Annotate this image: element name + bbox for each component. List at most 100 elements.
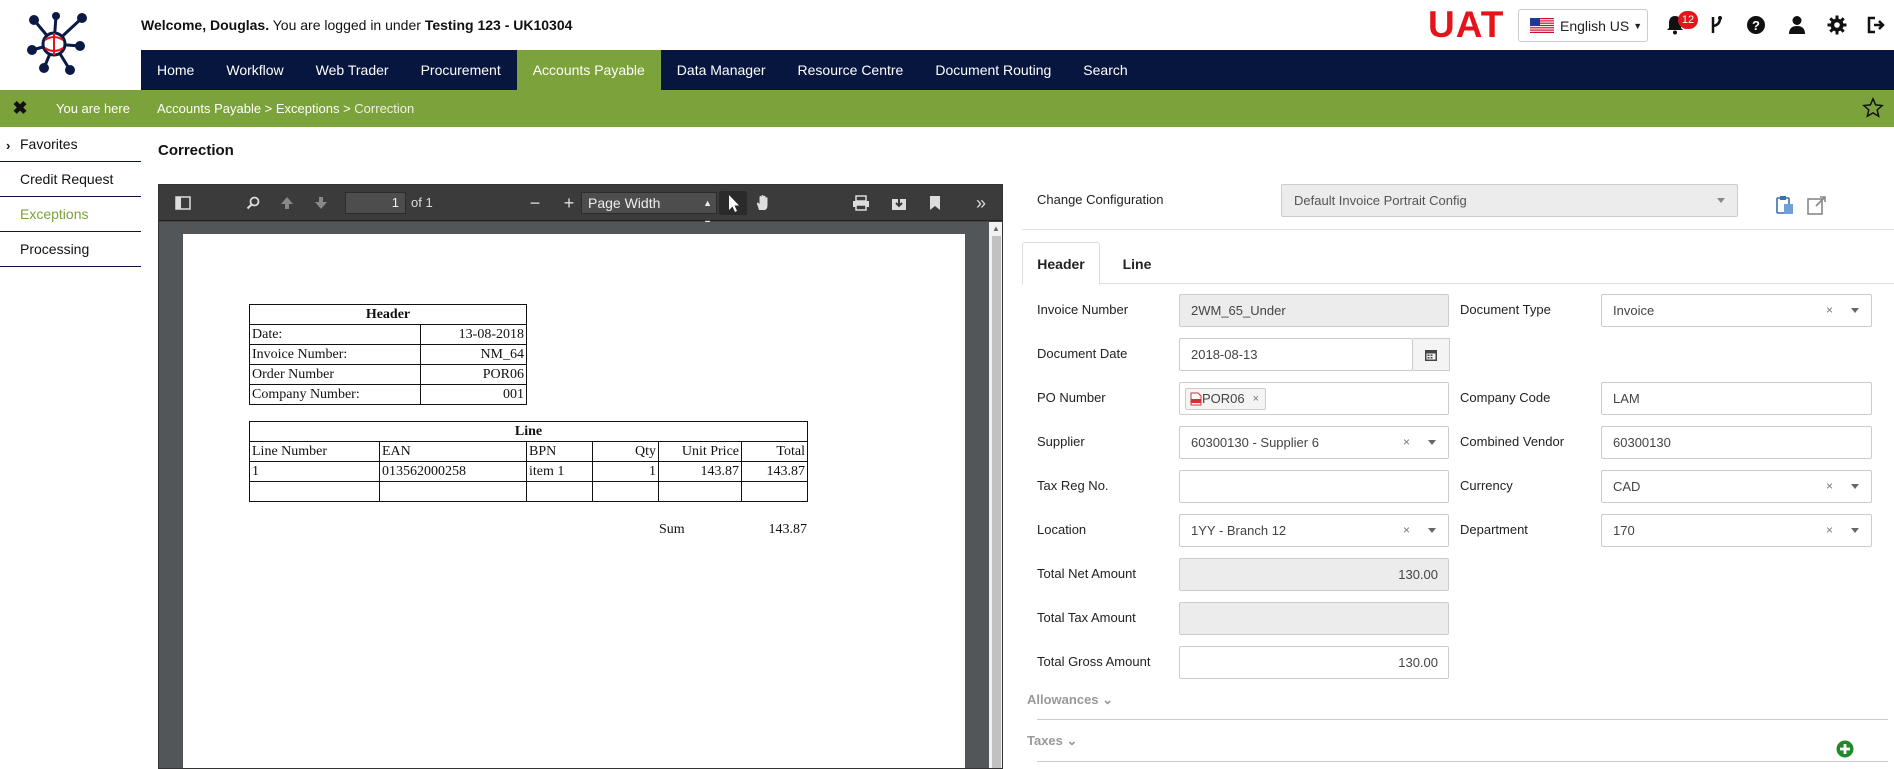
department-value: 170: [1613, 523, 1635, 538]
scrollbar-thumb[interactable]: [992, 236, 1001, 768]
company-logo[interactable]: [24, 10, 102, 76]
bookmark-icon[interactable]: [925, 193, 945, 213]
sidebar: › Favorites Credit Request Exceptions Pr…: [0, 127, 141, 267]
scroll-up-icon[interactable]: ▲: [992, 224, 1000, 233]
nav-home[interactable]: Home: [141, 50, 210, 90]
table-cell: POR06: [419, 364, 528, 385]
doc-header-table: Header Date: 13-08-2018 Invoice Number: NM…: [249, 304, 528, 405]
tax-reg-label: Tax Reg No.: [1037, 478, 1109, 493]
supplier-select[interactable]: 60300130 - Supplier 6 ×: [1179, 426, 1449, 459]
hand-tool-icon[interactable]: [753, 193, 773, 213]
nav-search[interactable]: Search: [1067, 50, 1143, 90]
nav-web-trader[interactable]: Web Trader: [300, 50, 405, 90]
currency-label: Currency: [1460, 478, 1513, 493]
supplier-label: Supplier: [1037, 434, 1085, 449]
table-row: Order Number POR06: [249, 364, 528, 385]
nav-document-routing[interactable]: Document Routing: [919, 50, 1067, 90]
tax-reg-input[interactable]: [1179, 470, 1449, 503]
tab-header[interactable]: Header: [1022, 242, 1100, 285]
pdf-document-area[interactable]: Header Date: 13-08-2018 Invoice Number: NM…: [159, 222, 1002, 768]
po-number-value: POR06: [1202, 391, 1245, 406]
select-tool-button[interactable]: [719, 191, 747, 215]
calendar-button[interactable]: [1413, 338, 1450, 371]
divider: [1022, 229, 1894, 230]
page-number-input[interactable]: 1: [345, 192, 406, 214]
paste-clipboard-icon[interactable]: [1774, 194, 1796, 216]
tools-menu-icon[interactable]: »: [971, 193, 991, 213]
sidebar-item-label: Processing: [20, 241, 90, 257]
gear-icon[interactable]: [1824, 12, 1850, 38]
top-header: Welcome, Douglas. You are logged in unde…: [0, 0, 1894, 75]
nav-accounts-payable[interactable]: Accounts Payable: [516, 50, 661, 90]
po-number-input[interactable]: POR06 ×: [1179, 382, 1449, 415]
calendar-icon: [1425, 349, 1437, 361]
clear-icon[interactable]: ×: [1826, 479, 1833, 493]
combined-vendor-value: 60300130: [1613, 435, 1671, 450]
sidebar-item-exceptions[interactable]: Exceptions: [0, 197, 141, 232]
breadcrumb-bar: ✖ You are here Accounts Payable > Except…: [0, 90, 1894, 127]
zoom-out-icon[interactable]: −: [525, 193, 545, 213]
allowances-section-toggle[interactable]: Allowances ⌄: [1027, 692, 1113, 708]
clear-icon[interactable]: ×: [1826, 523, 1833, 537]
column-header: EAN: [379, 441, 527, 462]
nav-data-manager[interactable]: Data Manager: [661, 50, 782, 90]
location-select[interactable]: 1YY - Branch 12 ×: [1179, 514, 1449, 547]
nav-resource-centre[interactable]: Resource Centre: [782, 50, 920, 90]
invoice-number-label: Invoice Number: [1037, 302, 1129, 317]
breadcrumb-path[interactable]: Accounts Payable > Exceptions >: [157, 101, 354, 116]
clear-icon[interactable]: ×: [1403, 523, 1410, 537]
currency-select[interactable]: CAD ×: [1601, 470, 1872, 503]
download-icon[interactable]: [889, 193, 909, 213]
change-config-select[interactable]: Default Invoice Portrait Config: [1281, 184, 1738, 217]
document-type-select[interactable]: Invoice ×: [1601, 294, 1872, 327]
branch-icon[interactable]: [1703, 12, 1729, 38]
table-row: Invoice Number: NM_64: [249, 344, 528, 365]
arrow-down-icon[interactable]: [311, 193, 331, 213]
zoom-in-icon[interactable]: +: [559, 193, 579, 213]
document-date-value: 2018-08-13: [1191, 347, 1258, 362]
sidebar-item-favorites[interactable]: › Favorites: [0, 127, 141, 162]
nav-procurement[interactable]: Procurement: [405, 50, 517, 90]
clear-icon[interactable]: ×: [1403, 435, 1410, 449]
total-gross-input[interactable]: 130.00: [1179, 646, 1449, 679]
language-selector[interactable]: English US ▼: [1518, 9, 1648, 42]
total-gross-value: 130.00: [1398, 655, 1438, 670]
sidebar-toggle-icon[interactable]: [173, 193, 193, 213]
company-code-value: LAM: [1613, 391, 1640, 406]
add-circle-icon[interactable]: [1836, 740, 1854, 758]
clear-icon[interactable]: ×: [1826, 303, 1833, 317]
combined-vendor-input[interactable]: 60300130: [1601, 426, 1872, 459]
total-tax-field: [1179, 602, 1449, 635]
remove-tag-icon[interactable]: ×: [1253, 393, 1259, 405]
print-icon[interactable]: [851, 193, 871, 213]
export-icon[interactable]: [1806, 194, 1828, 216]
department-label: Department: [1460, 522, 1528, 537]
close-icon[interactable]: ✖: [10, 98, 30, 118]
user-icon[interactable]: [1784, 12, 1810, 38]
us-flag-icon: [1530, 18, 1554, 33]
page-count-label: of 1: [411, 195, 433, 210]
department-select[interactable]: 170 ×: [1601, 514, 1872, 547]
logout-icon[interactable]: [1864, 12, 1890, 38]
taxes-section-toggle[interactable]: Taxes ⌄: [1027, 733, 1077, 749]
breadcrumb: Accounts Payable > Exceptions > Correcti…: [157, 101, 414, 116]
doc-line-title: Line: [249, 421, 808, 442]
document-date-input[interactable]: 2018-08-13: [1179, 338, 1413, 371]
arrow-up-icon[interactable]: [277, 193, 297, 213]
pdf-scrollbar[interactable]: ▲: [989, 222, 1002, 768]
sidebar-item-processing[interactable]: Processing: [0, 232, 141, 267]
table-cell: NM_64: [419, 344, 528, 365]
nav-workflow[interactable]: Workflow: [210, 50, 299, 90]
company-code-input[interactable]: LAM: [1601, 382, 1872, 415]
table-cell: Date:: [249, 324, 421, 345]
search-icon[interactable]: [243, 193, 263, 213]
sidebar-item-credit-request[interactable]: Credit Request: [0, 162, 141, 197]
tab-line[interactable]: Line: [1114, 242, 1160, 285]
main-navigation: Home Workflow Web Trader Procurement Acc…: [141, 50, 1894, 90]
help-icon[interactable]: ?: [1743, 12, 1769, 38]
you-are-here-label: You are here: [56, 101, 130, 116]
favorite-star-icon[interactable]: [1862, 97, 1886, 121]
divider: [1037, 761, 1888, 762]
doc-sum: Sum 143.87: [659, 522, 807, 538]
zoom-select[interactable]: Page Width ▲▼: [581, 192, 717, 228]
